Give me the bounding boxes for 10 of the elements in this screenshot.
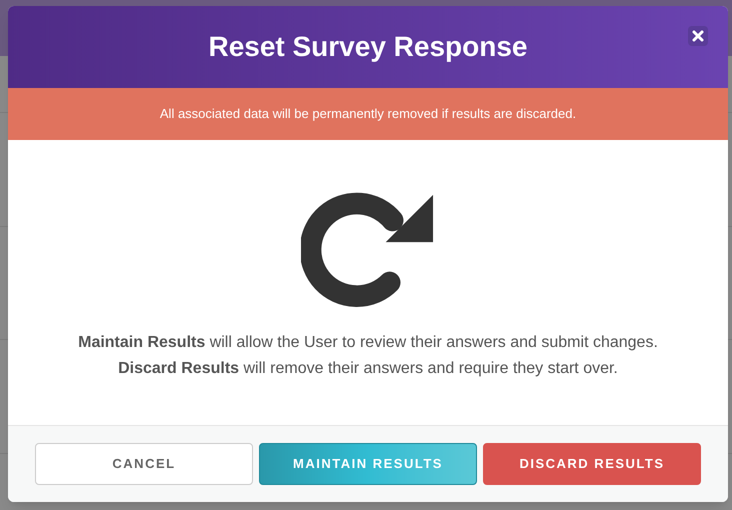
dialog-title: Reset Survey Response <box>208 30 528 64</box>
refresh-icon <box>301 190 435 310</box>
description-text: Discard Results will remove their answers and require they start over. <box>118 359 618 379</box>
warning-text: All associated data will be permanently removed if results are discarded. <box>160 105 576 124</box>
close-button[interactable] <box>688 26 708 46</box>
description-text: Maintain Results will allow the User to review their answers and submit changes. <box>78 333 658 353</box>
dialog-button[interactable]: DISCARD RESULTS <box>483 443 701 485</box>
dialog-button[interactable]: MAINTAIN RESULTS <box>259 443 477 485</box>
dialog-button[interactable]: CANCEL <box>35 443 253 485</box>
close-icon <box>692 30 704 42</box>
